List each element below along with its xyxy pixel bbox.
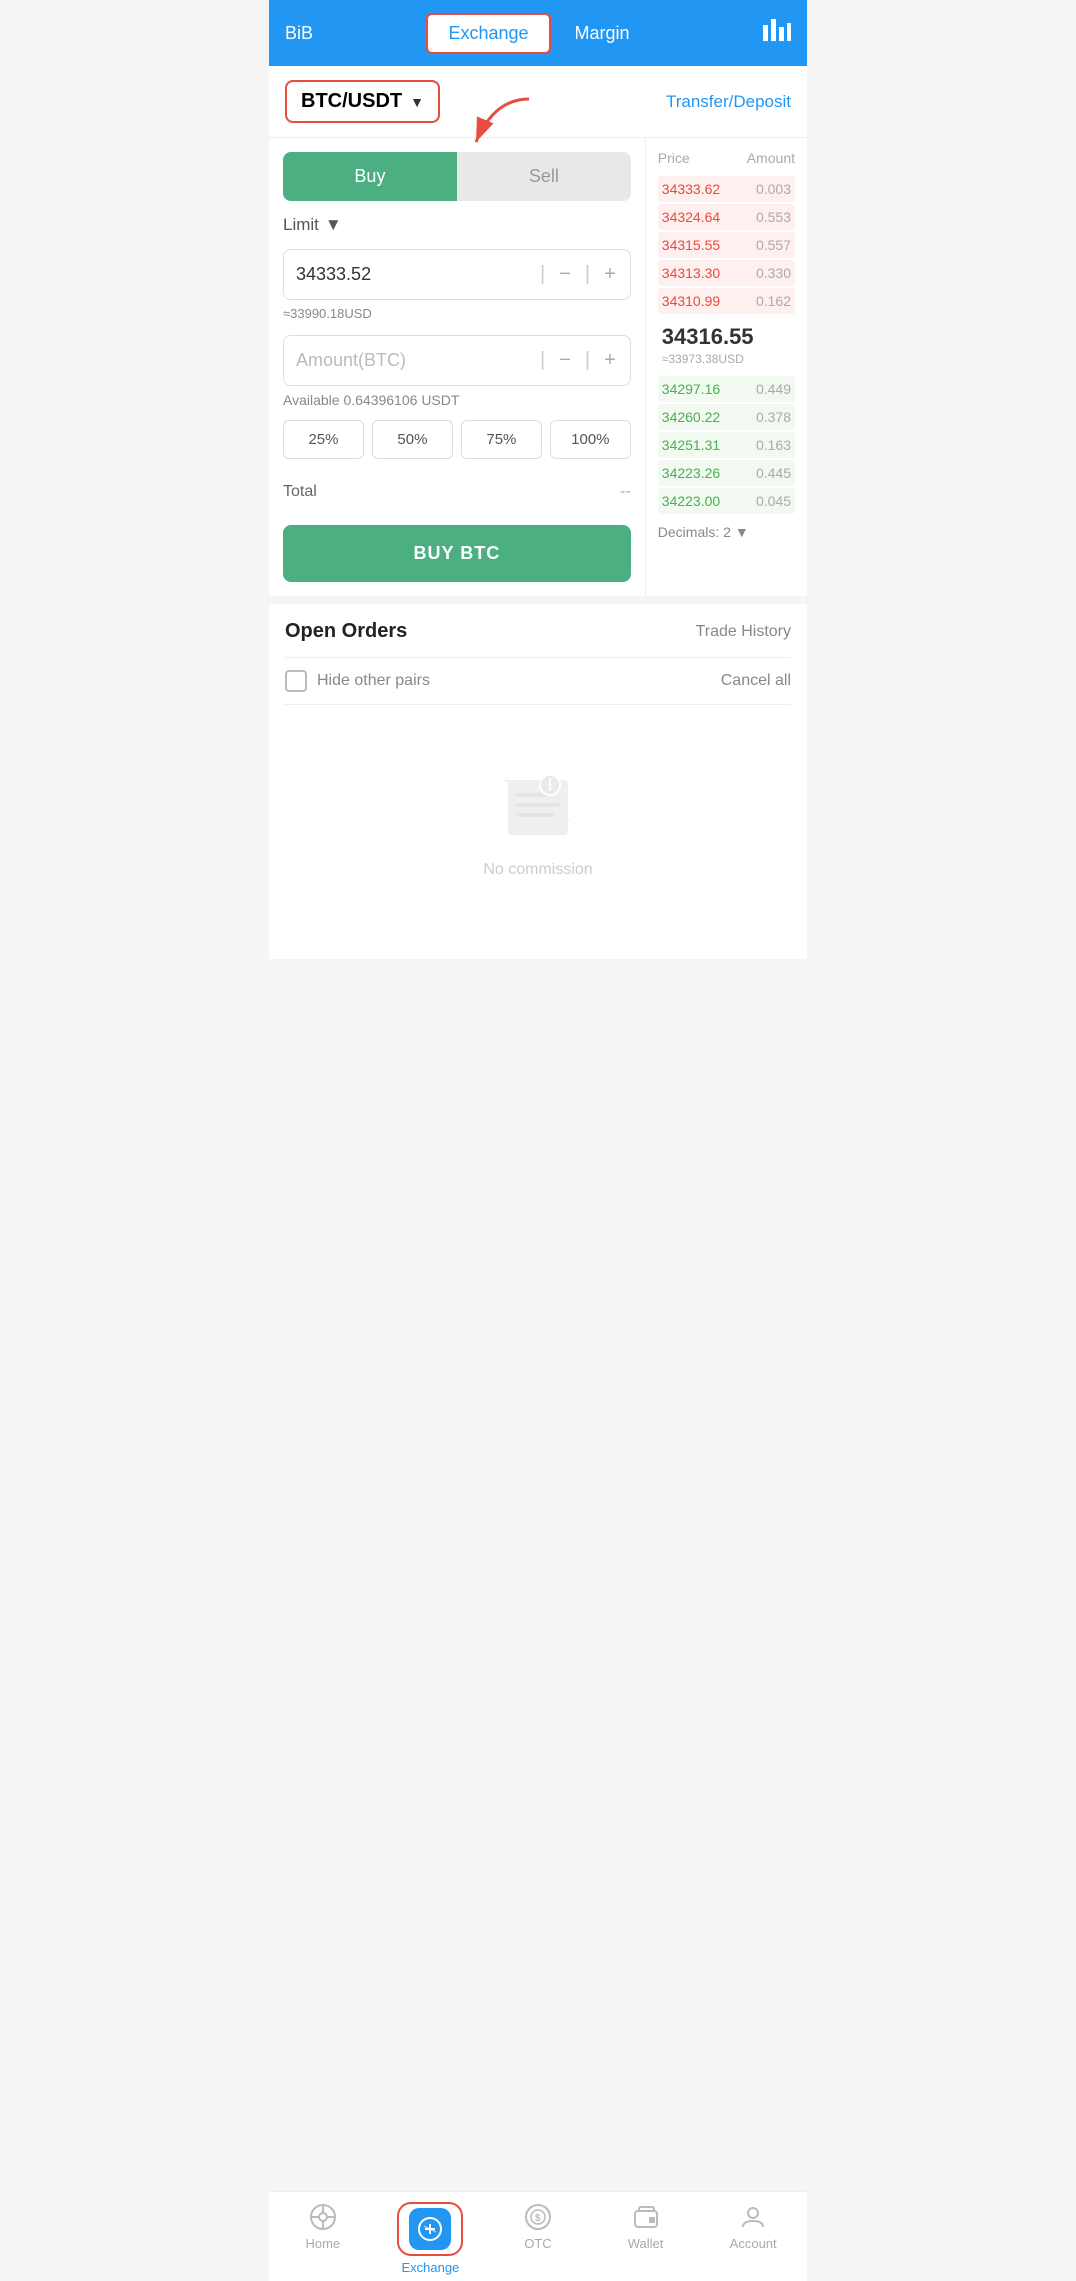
home-nav-label: Home: [305, 2236, 340, 2251]
nav-item-account[interactable]: Account: [699, 2202, 807, 2275]
nav-item-exchange[interactable]: Exchange: [377, 2202, 485, 2275]
pair-label: BTC/USDT: [301, 90, 402, 113]
app-logo: BiB: [285, 23, 313, 44]
percent-buttons: 25% 50% 75% 100%: [283, 420, 631, 459]
bottom-nav: Home Exchange $ OTC: [269, 2191, 807, 2281]
buy-order-row: 34297.16 0.449: [658, 376, 795, 402]
price-minus-btn[interactable]: −: [545, 253, 585, 296]
buy-orders: 34297.16 0.449 34260.22 0.378 34251.31 0…: [658, 376, 795, 514]
buy-order-row: 34223.26 0.445: [658, 460, 795, 486]
price-usd-approx: ≈33990.18USD: [283, 306, 631, 321]
price-plus-btn[interactable]: +: [590, 253, 630, 296]
order-type-arrow: ▼: [325, 215, 342, 235]
hide-pairs-group: Hide other pairs: [285, 670, 430, 692]
amount-minus-btn[interactable]: −: [545, 339, 585, 382]
price-input[interactable]: [284, 250, 540, 299]
sell-order-row: 34310.99 0.162: [658, 288, 795, 314]
decimals-label: Decimals: 2: [658, 524, 731, 540]
buy-btc-button[interactable]: BUY BTC: [283, 525, 631, 582]
current-price-box: 34316.55 ≈33973.38USD: [658, 316, 795, 376]
hide-pairs-checkbox[interactable]: [285, 670, 307, 692]
current-price-usd: ≈33973.38USD: [662, 352, 744, 366]
empty-orders-text: No commission: [483, 861, 592, 879]
exchange-nav-label: Exchange: [401, 2260, 459, 2275]
pair-dropdown-arrow: ▼: [410, 94, 424, 110]
svg-text:+: +: [563, 812, 571, 828]
chart-icon[interactable]: [763, 19, 791, 47]
exchange-icon: [417, 2216, 443, 2242]
order-type-label: Limit: [283, 215, 319, 235]
home-icon: [308, 2202, 338, 2232]
otc-nav-label: OTC: [524, 2236, 551, 2251]
decimals-arrow: ▼: [735, 524, 749, 540]
buy-sell-tabs: Buy Sell: [283, 152, 631, 201]
amount-header: Amount: [747, 150, 795, 166]
account-nav-label: Account: [730, 2236, 777, 2251]
margin-nav-btn[interactable]: Margin: [555, 15, 650, 52]
header-nav: Exchange Margin: [426, 13, 649, 54]
header: BiB Exchange Margin: [269, 0, 807, 66]
nav-item-home[interactable]: Home: [269, 2202, 377, 2275]
price-header: Price: [658, 150, 690, 166]
pct-100-btn[interactable]: 100%: [550, 420, 631, 459]
order-type-selector[interactable]: Limit ▼: [283, 215, 631, 235]
amount-plus-btn[interactable]: +: [590, 339, 630, 382]
sell-tab[interactable]: Sell: [457, 152, 631, 201]
sell-order-row: 34333.62 0.003: [658, 176, 795, 202]
pct-25-btn[interactable]: 25%: [283, 420, 364, 459]
transfer-deposit-link[interactable]: Transfer/Deposit: [666, 92, 791, 112]
sell-order-row: 34313.30 0.330: [658, 260, 795, 286]
open-orders-section: Open Orders Trade History Hide other pai…: [269, 604, 807, 959]
otc-icon: $: [523, 2202, 553, 2232]
sell-order-row: 34315.55 0.557: [658, 232, 795, 258]
pct-75-btn[interactable]: 75%: [461, 420, 542, 459]
sub-header: BTC/USDT ▼ Transfer/Deposit: [269, 66, 807, 138]
nav-item-wallet[interactable]: Wallet: [592, 2202, 700, 2275]
amount-input-group: | − | +: [283, 335, 631, 386]
buy-order-row: 34223.00 0.045: [658, 488, 795, 514]
trade-history-link[interactable]: Trade History: [696, 623, 791, 641]
buy-tab[interactable]: Buy: [283, 152, 457, 201]
available-text: Available 0.64396106 USDT: [283, 392, 631, 408]
hide-pairs-label: Hide other pairs: [317, 672, 430, 690]
exchange-nav-btn[interactable]: Exchange: [426, 13, 550, 54]
pct-50-btn[interactable]: 50%: [372, 420, 453, 459]
buy-order-row: 34251.31 0.163: [658, 432, 795, 458]
account-icon: [738, 2202, 768, 2232]
empty-orders-state: + + No commission: [285, 705, 791, 959]
total-value: --: [620, 483, 631, 501]
orders-filter: Hide other pairs Cancel all: [285, 657, 791, 705]
current-price: 34316.55: [662, 324, 791, 350]
total-label: Total: [283, 483, 317, 501]
sell-orders: 34333.62 0.003 34324.64 0.553 34315.55 0…: [658, 176, 795, 314]
svg-text:+: +: [503, 772, 511, 788]
sell-order-row: 34324.64 0.553: [658, 204, 795, 230]
order-book-header: Price Amount: [658, 150, 795, 166]
main-content: Buy Sell Limit ▼ | − | + ≈33990.18USD | …: [269, 138, 807, 596]
total-row: Total --: [283, 473, 631, 511]
buy-order-row: 34260.22 0.378: [658, 404, 795, 430]
empty-orders-icon: + +: [498, 765, 578, 845]
pair-selector[interactable]: BTC/USDT ▼: [285, 80, 440, 123]
open-orders-title: Open Orders: [285, 620, 407, 643]
wallet-icon: [631, 2202, 661, 2232]
orders-header: Open Orders Trade History: [285, 620, 791, 643]
order-book-panel: Price Amount 34333.62 0.003 34324.64 0.5…: [646, 138, 807, 596]
cancel-all-link[interactable]: Cancel all: [721, 672, 791, 690]
amount-input[interactable]: [284, 336, 540, 385]
wallet-nav-label: Wallet: [628, 2236, 664, 2251]
price-input-group: | − | +: [283, 249, 631, 300]
svg-text:$: $: [535, 2213, 541, 2224]
trade-left-panel: Buy Sell Limit ▼ | − | + ≈33990.18USD | …: [269, 138, 646, 596]
nav-item-otc[interactable]: $ OTC: [484, 2202, 592, 2275]
decimals-selector[interactable]: Decimals: 2 ▼: [658, 524, 795, 540]
